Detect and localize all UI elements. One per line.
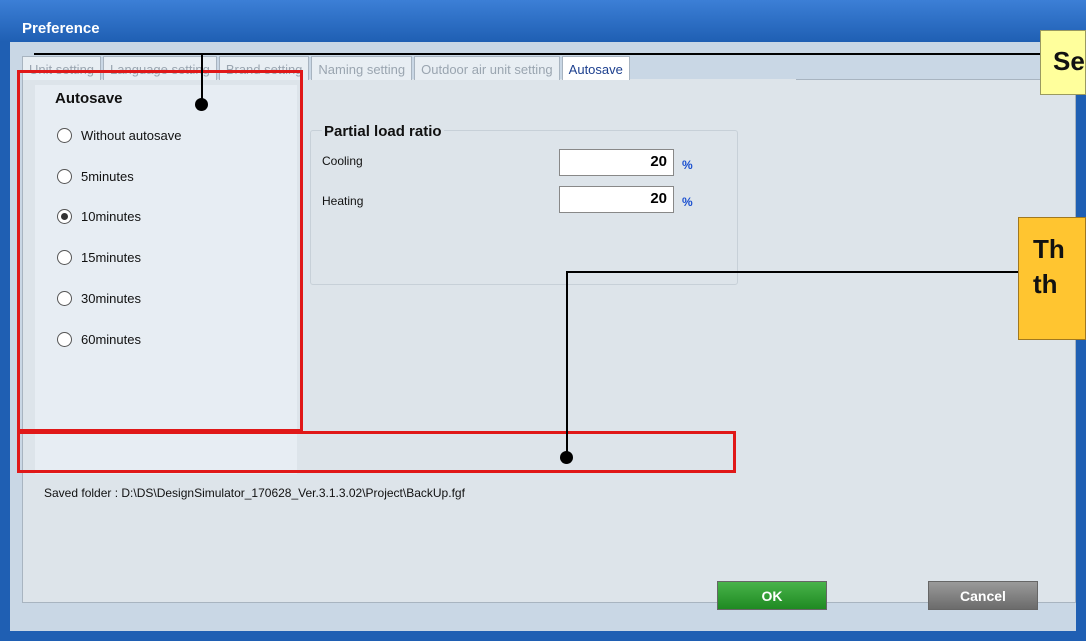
callout-leader-line-top	[34, 53, 1040, 55]
cooling-label: Cooling	[322, 154, 363, 168]
saved-folder-path: Saved folder : D:\DS\DesignSimulator_170…	[44, 486, 465, 500]
highlight-box-autosave-options	[17, 70, 303, 432]
callout-leader-line-top-vertical	[201, 53, 203, 101]
heating-unit: %	[682, 195, 693, 209]
tab-autosave[interactable]: Autosave	[561, 56, 630, 80]
heating-input[interactable]: 20	[559, 186, 674, 213]
cooling-unit: %	[682, 158, 693, 172]
callout-note-top: Se	[1040, 30, 1086, 95]
tab-naming-setting[interactable]: Naming setting	[311, 56, 413, 80]
callout-anchor-dot-top	[195, 98, 208, 111]
window-title: Preference	[22, 20, 100, 37]
cooling-input[interactable]: 20	[559, 149, 674, 176]
partial-load-title: Partial load ratio	[322, 123, 444, 140]
highlight-box-saved-folder	[17, 431, 736, 473]
heating-label: Heating	[322, 194, 364, 208]
tab-outdoor-air-unit-setting[interactable]: Outdoor air unit setting	[414, 56, 560, 80]
callout-anchor-dot-mid	[560, 451, 573, 464]
callout-text-line1: Th	[1033, 234, 1065, 264]
callout-text-line2: th	[1033, 269, 1058, 299]
callout-leader-line-mid	[566, 271, 1018, 273]
title-bar: Preference	[0, 0, 1086, 42]
ok-button[interactable]: OK	[717, 581, 827, 610]
callout-note-mid: Th th	[1018, 217, 1086, 340]
tab-divider	[796, 79, 1076, 80]
callout-leader-line-mid-vertical	[566, 271, 568, 457]
callout-text: Se	[1053, 46, 1085, 76]
cancel-button[interactable]: Cancel	[928, 581, 1038, 610]
